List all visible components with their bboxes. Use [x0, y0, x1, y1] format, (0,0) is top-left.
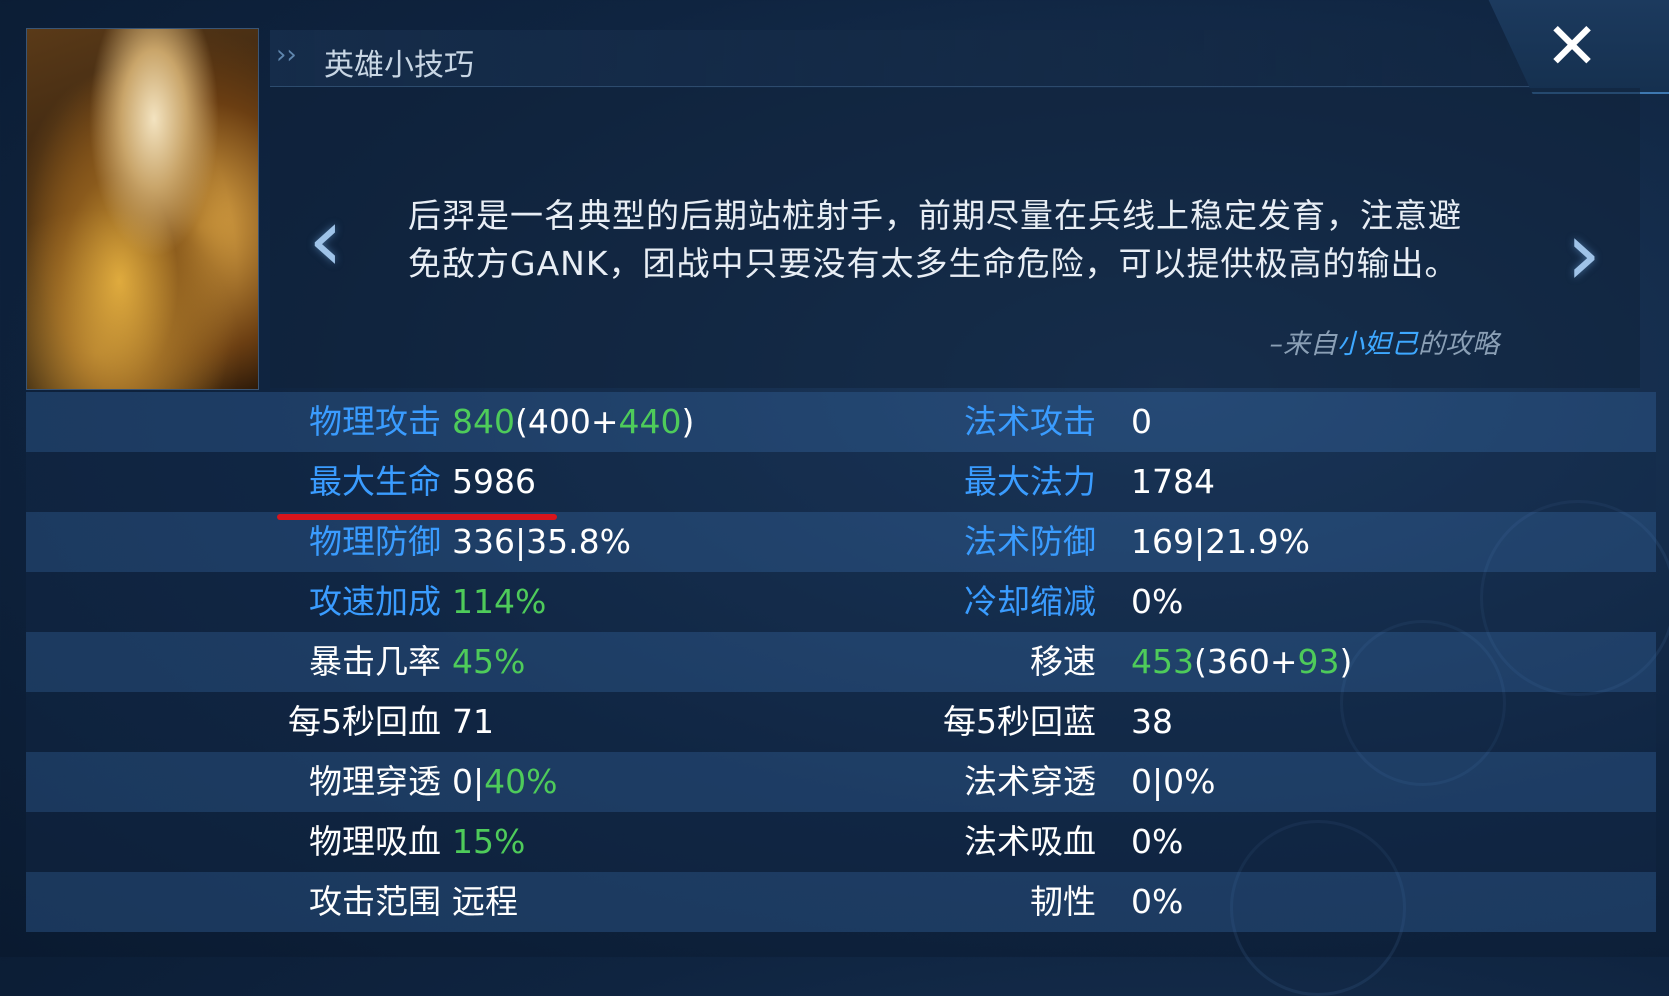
double-chevron-icon: ›› [276, 40, 297, 70]
stat-value: 840(400+440) [452, 402, 695, 441]
stat-label: 最大生命 [309, 462, 441, 501]
stat-label: 韧性 [1030, 882, 1096, 921]
stat-row: 攻击范围 远程 韧性 0% [26, 872, 1656, 932]
prev-arrow-icon[interactable]: ‹ [308, 196, 343, 284]
stat-value: 453(360+93) [1131, 642, 1353, 681]
stat-value: 0% [1131, 582, 1184, 621]
stat-row: 物理穿透 0|40% 法术穿透 0|0% [26, 752, 1656, 812]
source-suffix: 的攻略 [1418, 329, 1499, 360]
stat-label: 物理防御 [309, 522, 441, 561]
tip-source: –来自小妲己的攻略 [1270, 322, 1500, 361]
stat-value: 15% [452, 822, 526, 861]
stat-value: 0|0% [1131, 762, 1216, 801]
stat-row: 物理吸血 15% 法术吸血 0% [26, 812, 1656, 872]
stat-row: 物理攻击 840(400+440) 法术攻击 0 [26, 392, 1656, 452]
stat-row: 每5秒回血 71 每5秒回蓝 38 [26, 692, 1656, 752]
header-title: 英雄小技巧 [324, 48, 474, 83]
stat-value: 5986 [452, 462, 536, 501]
tips-header: ›› 英雄小技巧 [270, 30, 1640, 87]
red-underline-annotation [277, 514, 557, 520]
hero-portrait [26, 28, 259, 390]
stat-value: 远程 [452, 882, 518, 921]
stat-value: 71 [452, 702, 494, 741]
stat-row: 暴击几率 45% 移速 453(360+93) [26, 632, 1656, 692]
stat-row: 最大生命 5986 最大法力 1784 [26, 452, 1656, 512]
stat-label: 攻速加成 [309, 582, 441, 621]
close-icon[interactable]: ✕ [1537, 12, 1607, 82]
stat-label: 攻击范围 [309, 882, 441, 921]
stat-label: 冷却缩减 [964, 582, 1096, 621]
stat-value: 38 [1131, 702, 1173, 741]
stat-label: 法术防御 [964, 522, 1096, 561]
stat-value: 336|35.8% [452, 522, 631, 561]
stat-label: 法术吸血 [964, 822, 1096, 861]
source-author-link[interactable]: 小妲己 [1337, 329, 1418, 360]
stat-label: 物理吸血 [309, 822, 441, 861]
source-prefix: –来自 [1269, 329, 1338, 360]
stat-value: 114% [452, 582, 547, 621]
tip-text-line: 后羿是一名典型的后期站桩射手，前期尽量在兵线上稳定发育，注意避 [408, 196, 1462, 235]
stat-value: 1784 [1131, 462, 1215, 501]
tip-text-line: 免敌方GANK，团战中只要没有太多生命危险，可以提供极高的输出。 [408, 244, 1459, 283]
stat-value: 0 [1131, 402, 1152, 441]
stat-value: 45% [452, 642, 526, 681]
stat-label: 每5秒回血 [288, 702, 441, 741]
next-arrow-icon[interactable]: › [1566, 210, 1601, 298]
stat-value: 0|40% [452, 762, 558, 801]
stat-label: 每5秒回蓝 [943, 702, 1096, 741]
tip-text: 后羿是一名典型的后期站桩射手，前期尽量在兵线上稳定发育，注意避 免敌方GANK，… [408, 192, 1508, 288]
hero-stats-table: 物理攻击 840(400+440) 法术攻击 0 最大生命 5986 最大法力 … [26, 392, 1656, 932]
stat-label: 移速 [1030, 642, 1096, 681]
stat-label: 法术攻击 [964, 402, 1096, 441]
stat-label: 法术穿透 [964, 762, 1096, 801]
stat-value: 0% [1131, 882, 1184, 921]
stat-label: 物理攻击 [309, 402, 441, 441]
stat-value: 0% [1131, 822, 1184, 861]
stat-row: 物理防御 336|35.8% 法术防御 169|21.9% [26, 512, 1656, 572]
stat-label: 暴击几率 [309, 642, 441, 681]
stat-label: 物理穿透 [309, 762, 441, 801]
stat-value: 169|21.9% [1131, 522, 1310, 561]
stat-row: 攻速加成 114% 冷却缩减 0% [26, 572, 1656, 632]
stat-label: 最大法力 [964, 462, 1096, 501]
